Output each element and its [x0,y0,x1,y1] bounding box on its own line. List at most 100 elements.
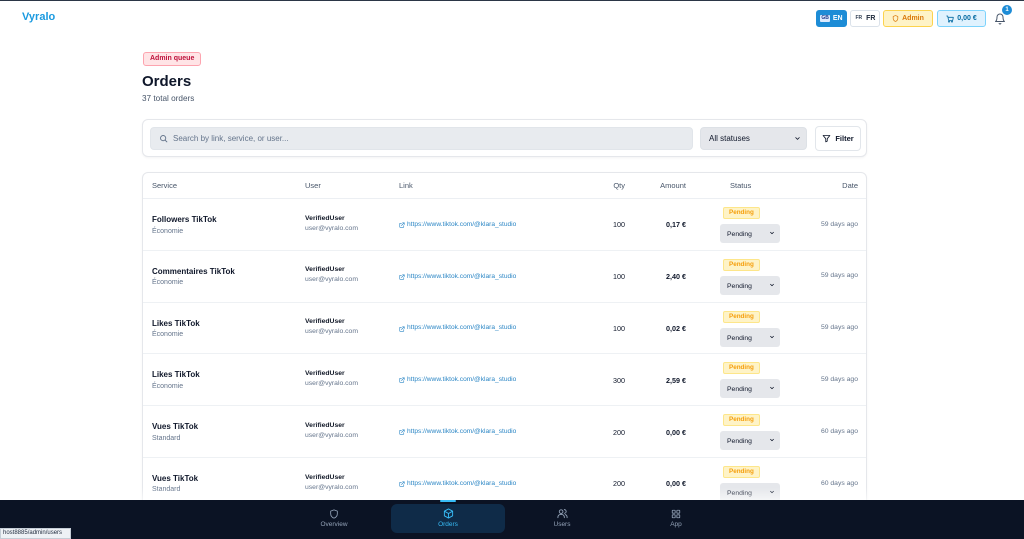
order-qty: 300 [613,375,625,385]
order-link[interactable]: https://www.tiktok.com/@klara_studio [399,480,516,488]
order-link-text: https://www.tiktok.com/@klara_studio [407,272,517,280]
status-select-input[interactable]: Pending [720,225,780,244]
order-link-text: https://www.tiktok.com/@klara_studio [407,427,517,435]
nav-item-overview[interactable]: Overview [277,504,391,533]
top-bar: Vyralo GB EN FR FR Admin 0,00 € 1 [0,1,1024,35]
service-tier: Standard [152,434,181,442]
order-count: 37 total orders [142,94,195,103]
search-icon [159,134,168,143]
order-date: 60 days ago [820,479,858,487]
order-date: 59 days ago [820,220,858,228]
external-link-icon [399,222,405,228]
filter-button[interactable]: Filter [815,126,861,151]
admin-button[interactable]: Admin [883,10,933,27]
status-select[interactable]: Pending [720,275,780,296]
table-row: Vues TikTok Standard VerifiedUseruser@vyra… [143,406,866,458]
language-en-label: EN [832,15,843,22]
admin-label: Admin [902,15,924,22]
fr-flag-icon: FR [855,15,863,21]
user-email: user@vyralo.com [305,328,358,336]
order-amount: 0,00 € [666,427,686,437]
order-amount: 0,17 € [666,220,686,230]
search-input[interactable] [173,128,688,149]
status-select[interactable]: Pending [720,431,780,452]
funnel-icon [822,134,831,143]
order-link[interactable]: https://www.tiktok.com/@klara_studio [399,376,516,384]
shield-icon [329,509,339,519]
status-filter-select[interactable]: All statuses [700,127,807,150]
nav-item-orders[interactable]: Orders [391,504,505,533]
gb-flag-icon: GB [820,15,830,22]
user-email: user@vyralo.com [305,379,358,387]
order-amount: 0,00 € [666,479,686,489]
status-select[interactable]: Pending [720,327,780,348]
user-email: user@vyralo.com [305,276,358,284]
user-name[interactable]: VerifiedUser [305,318,345,326]
cube-icon [443,508,454,519]
language-fr-button[interactable]: FR FR [850,10,880,27]
status-select-input[interactable]: Pending [720,328,780,348]
order-link[interactable]: https://www.tiktok.com/@klara_studio [399,273,516,281]
status-badge: Pending [723,465,760,478]
search-box[interactable] [150,127,693,150]
status-select[interactable]: Pending [720,224,780,244]
nav-item-users[interactable]: Users [505,504,619,533]
status-filter-input[interactable]: All statuses [701,128,806,149]
order-amount: 2,40 € [666,272,686,282]
status-badge: Pending [723,207,760,219]
status-badge: Pending [723,362,760,375]
status-select-input[interactable]: Pending [720,432,780,452]
cart-button[interactable]: 0,00 € [937,10,986,27]
browser-status-url: host8885/admin/users [0,528,71,539]
status-select-input[interactable]: Pending [720,276,780,296]
shield-icon [892,15,899,22]
user-name[interactable]: VerifiedUser [305,474,345,482]
cart-icon [946,15,954,23]
brand-logo[interactable]: Vyralo [22,12,55,23]
service-tier: Économie [152,227,184,235]
user-email: user@vyralo.com [305,224,358,232]
service-name: Commentaires TikTok [152,266,235,276]
user-name[interactable]: VerifiedUser [305,422,345,430]
table-body: Followers TikTok Économie VerifiedUser user… [143,199,866,509]
order-amount: 2,59 € [666,375,686,385]
column-header-link: Link [399,181,413,190]
status-badge: Pending [723,310,760,323]
filter-bar: All statuses Filter [142,119,867,157]
admin-queue-badge: Admin queue [143,52,202,66]
status-select[interactable]: Pending [720,379,780,400]
user-name[interactable]: VerifiedUser [305,267,345,274]
order-link[interactable]: https://www.tiktok.com/@klara_studio [399,428,516,436]
status-select-input[interactable]: Pending [720,380,780,400]
grid-icon [671,509,681,519]
nav-item-app[interactable]: App [619,504,733,533]
service-tier: Économie [152,382,184,390]
order-date: 60 days ago [820,427,858,435]
table-row: Likes TikTok Économie VerifiedUser user@vyr… [143,354,866,407]
order-link[interactable]: https://www.tiktok.com/@klara_studio [399,221,516,229]
users-icon [556,508,568,519]
nav-label-app: App [670,520,682,528]
user-name[interactable]: VerifiedUser [305,215,345,223]
column-header-user: User [305,181,321,190]
order-date: 59 days ago [820,272,858,280]
service-name: Likes TikTok [152,370,200,380]
column-header-qty: Qty [613,181,625,190]
service-name: Likes TikTok [152,318,200,328]
service-name: Followers TikTok [152,215,217,224]
order-qty: 100 [613,220,625,230]
column-header-service: Service [152,181,178,190]
external-link-icon [399,274,405,280]
service-tier: Économie [152,279,184,287]
service-name: Vues TikTok [152,422,199,432]
language-en-button[interactable]: GB EN [816,10,847,27]
orders-table: Service User Link Qty Amount Status Date… [142,172,867,510]
user-name[interactable]: VerifiedUser [305,370,345,378]
language-fr-label: FR [866,15,876,22]
user-email: user@vyralo.com [305,431,358,439]
table-header: Service User Link Qty Amount Status Date [143,173,866,199]
nav-label-overview: Overview [320,520,348,528]
external-link-icon [399,481,405,487]
column-header-date: Date [842,181,858,190]
order-link[interactable]: https://www.tiktok.com/@klara_studio [399,325,516,333]
